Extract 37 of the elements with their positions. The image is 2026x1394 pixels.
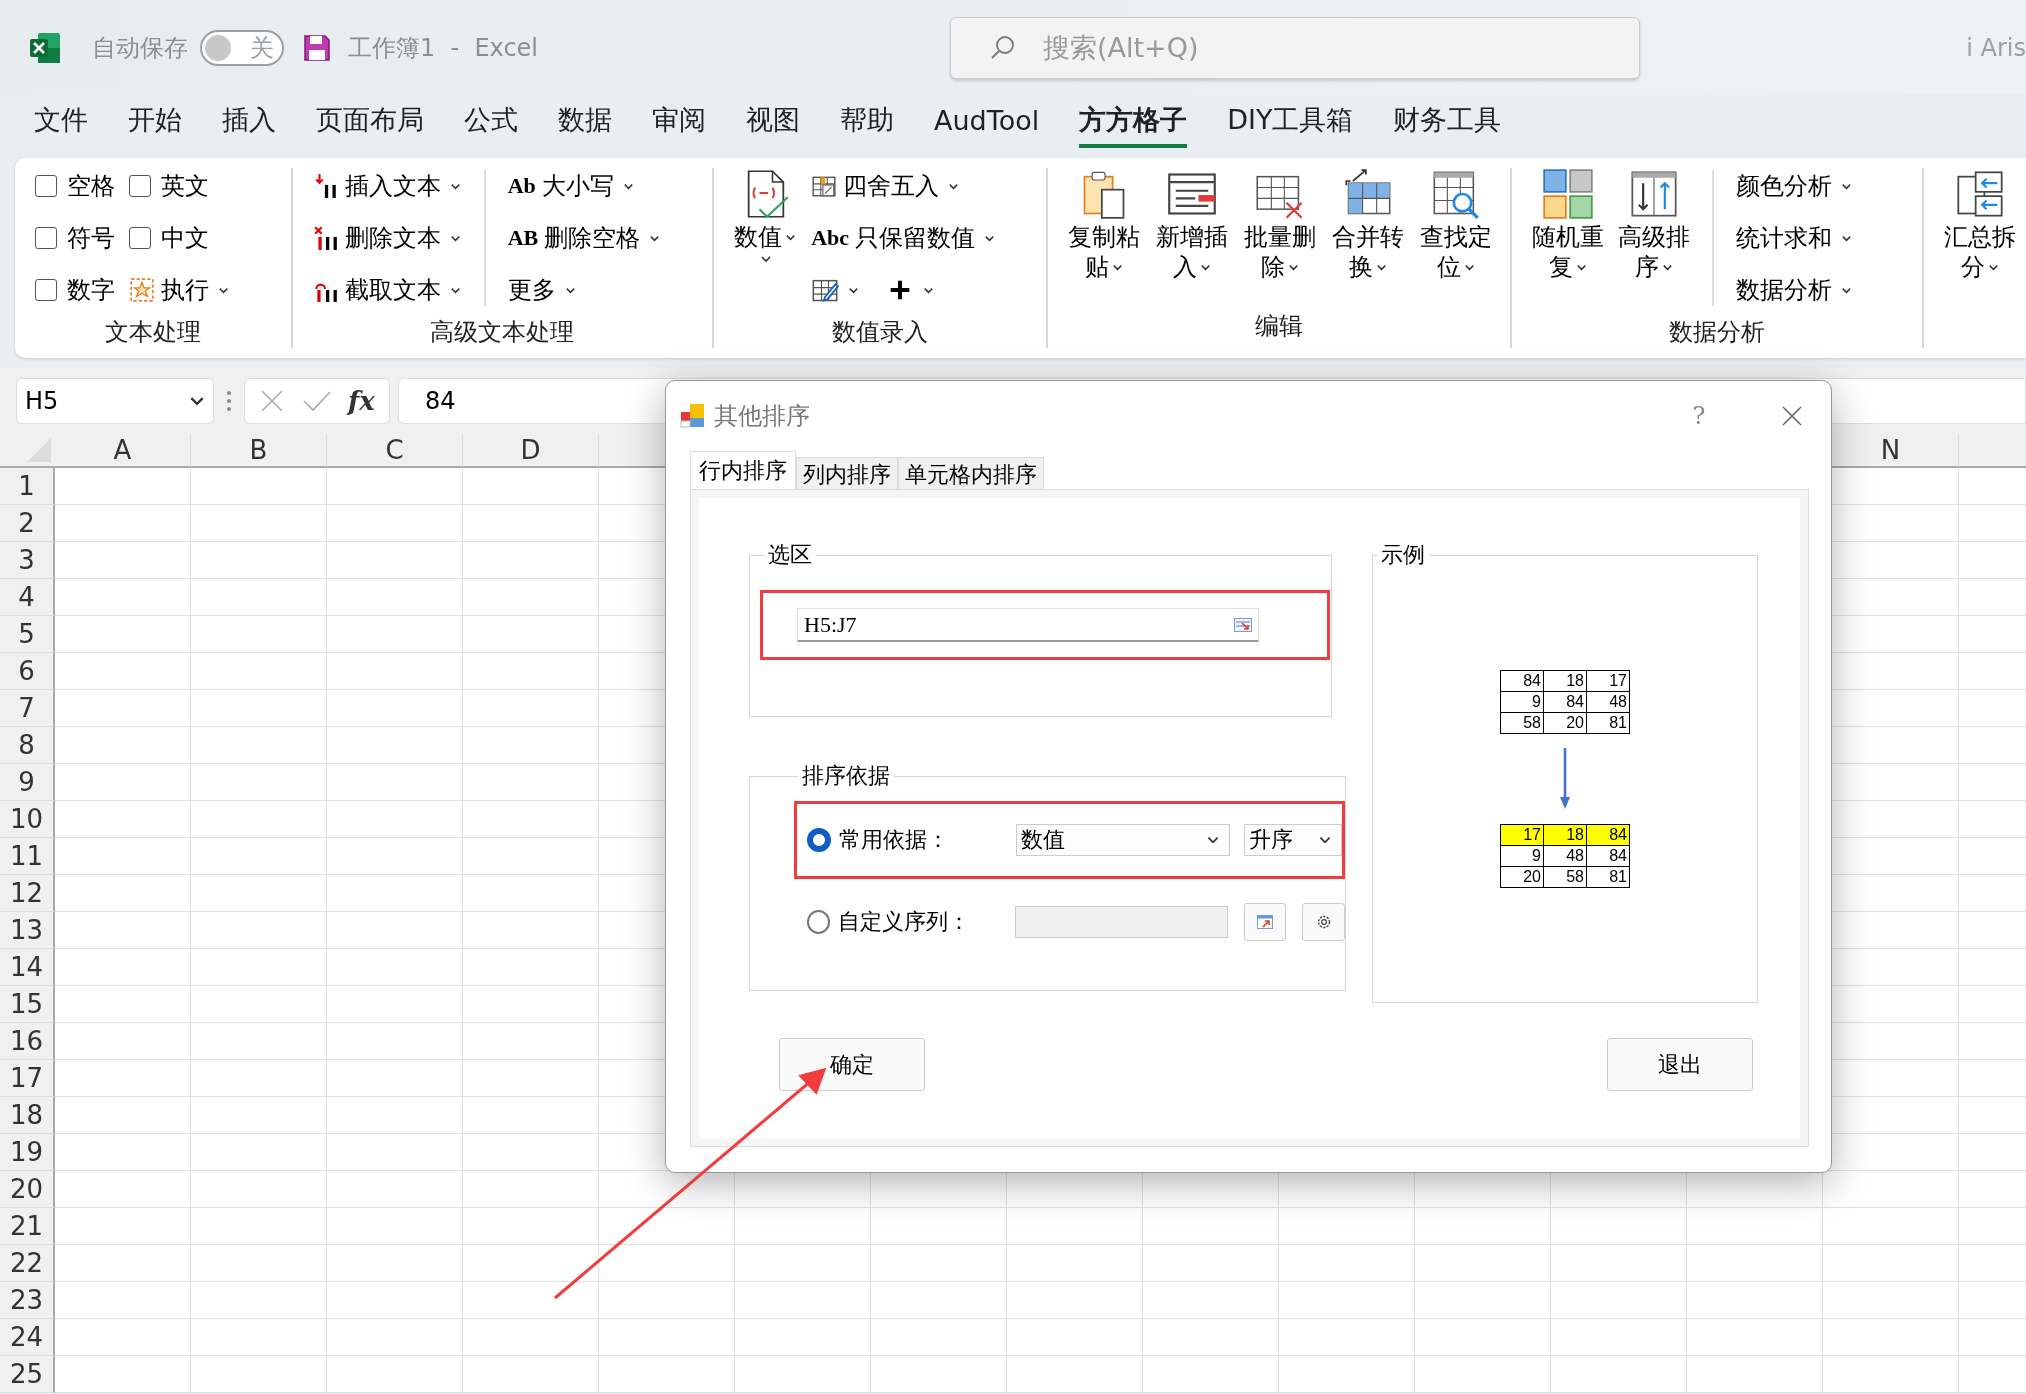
group-label: 数据分析 xyxy=(1668,317,1767,348)
table-cell: 18 xyxy=(1543,670,1587,692)
table-cell: 17 xyxy=(1500,824,1544,846)
user-name: i Aris xyxy=(1966,33,2026,62)
table-cell: 20 xyxy=(1500,866,1544,888)
table-cell: 81 xyxy=(1586,866,1630,888)
dialog-title: 其他排序 xyxy=(714,401,810,432)
group-label: 编辑 xyxy=(1254,311,1305,342)
group-label: 文本处理 xyxy=(103,317,202,348)
table-cell: 18 xyxy=(1543,824,1587,846)
radio-label: 常用依据： xyxy=(838,826,950,854)
checkbox-label: 数字 xyxy=(67,275,115,306)
radio-label: 自定义序列： xyxy=(838,908,972,936)
table-cell: 20 xyxy=(1543,712,1587,734)
table-cell: 58 xyxy=(1500,712,1544,734)
checkbox-label: 英文 xyxy=(161,171,209,202)
group-label: 数值录入 xyxy=(831,317,930,348)
autosave-label: 自动保存 xyxy=(92,32,188,64)
group-title: 示例 xyxy=(1380,541,1426,569)
table-cell: 81 xyxy=(1586,712,1630,734)
table-cell: 9 xyxy=(1500,691,1544,713)
checkbox-label: 符号 xyxy=(67,223,115,254)
table-cell: 84 xyxy=(1543,691,1587,713)
checkbox-label: 空格 xyxy=(67,171,115,202)
table-cell: 84 xyxy=(1500,670,1544,692)
group-label: 高级文本处理 xyxy=(429,317,576,348)
checkbox-label: 中文 xyxy=(161,223,209,254)
document-title: 工作簿1 - Excel xyxy=(348,32,539,64)
group-title: 排序依据 xyxy=(801,762,891,790)
table-cell: 48 xyxy=(1543,845,1587,867)
table-cell: 58 xyxy=(1543,866,1587,888)
group-title: 选区 xyxy=(767,541,813,569)
table-cell: 17 xyxy=(1586,670,1630,692)
table-cell: 84 xyxy=(1586,824,1630,846)
table-cell: 48 xyxy=(1586,691,1630,713)
table-cell: 9 xyxy=(1500,845,1544,867)
table-cell: 84 xyxy=(1586,845,1630,867)
